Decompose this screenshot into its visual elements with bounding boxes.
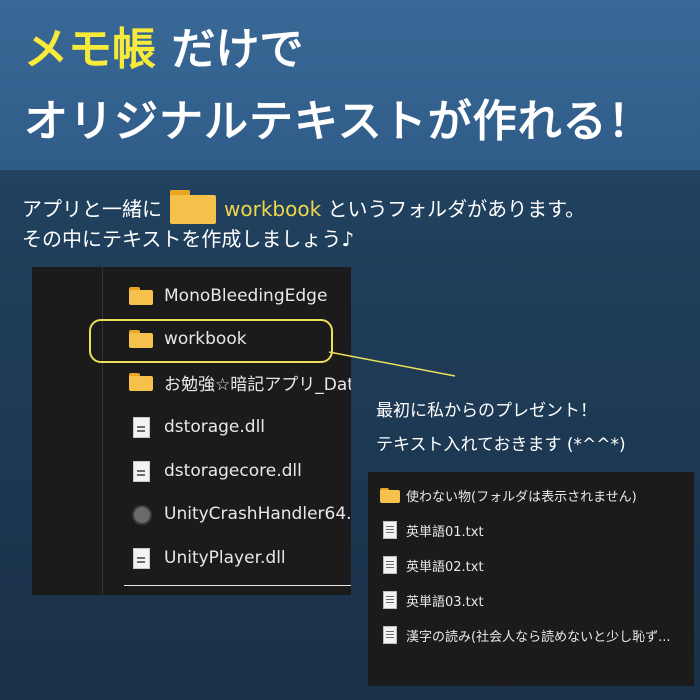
- list-item-label: 使わない物(フォルダは表示されません): [406, 489, 637, 505]
- list-item-unused-folder[interactable]: 使わない物(フォルダは表示されません): [380, 482, 637, 508]
- text-file-icon: [380, 520, 400, 540]
- present-message: 最初に私からのプレゼント！ テキスト入れておきます (*^^*): [376, 394, 626, 462]
- text-file-icon: [380, 555, 400, 575]
- list-item-kanji-reading[interactable]: 漢字の読み(社会人なら読めないと少し恥ず...: [380, 622, 670, 648]
- list-item-label: 英単語01.txt: [406, 524, 484, 540]
- list-item-label: 英単語03.txt: [406, 594, 484, 610]
- text-file-icon: [380, 590, 400, 610]
- list-item-label: 漢字の読み(社会人なら読めないと少し恥ず...: [406, 629, 671, 645]
- list-item-label: 英単語02.txt: [406, 559, 484, 575]
- text-file-icon: [380, 625, 400, 645]
- list-item-eitango02[interactable]: 英単語02.txt: [380, 552, 484, 578]
- list-item-eitango03[interactable]: 英単語03.txt: [380, 587, 484, 613]
- folder-icon: [380, 485, 400, 505]
- present-line-1: 最初に私からのプレゼント！: [376, 401, 597, 421]
- workbook-contents-panel: 使わない物(フォルダは表示されません) 英単語01.txt 英単語02.txt …: [368, 472, 694, 686]
- list-item-eitango01[interactable]: 英単語01.txt: [380, 517, 484, 543]
- present-line-2: テキスト入れておきます (*^^*): [376, 435, 626, 455]
